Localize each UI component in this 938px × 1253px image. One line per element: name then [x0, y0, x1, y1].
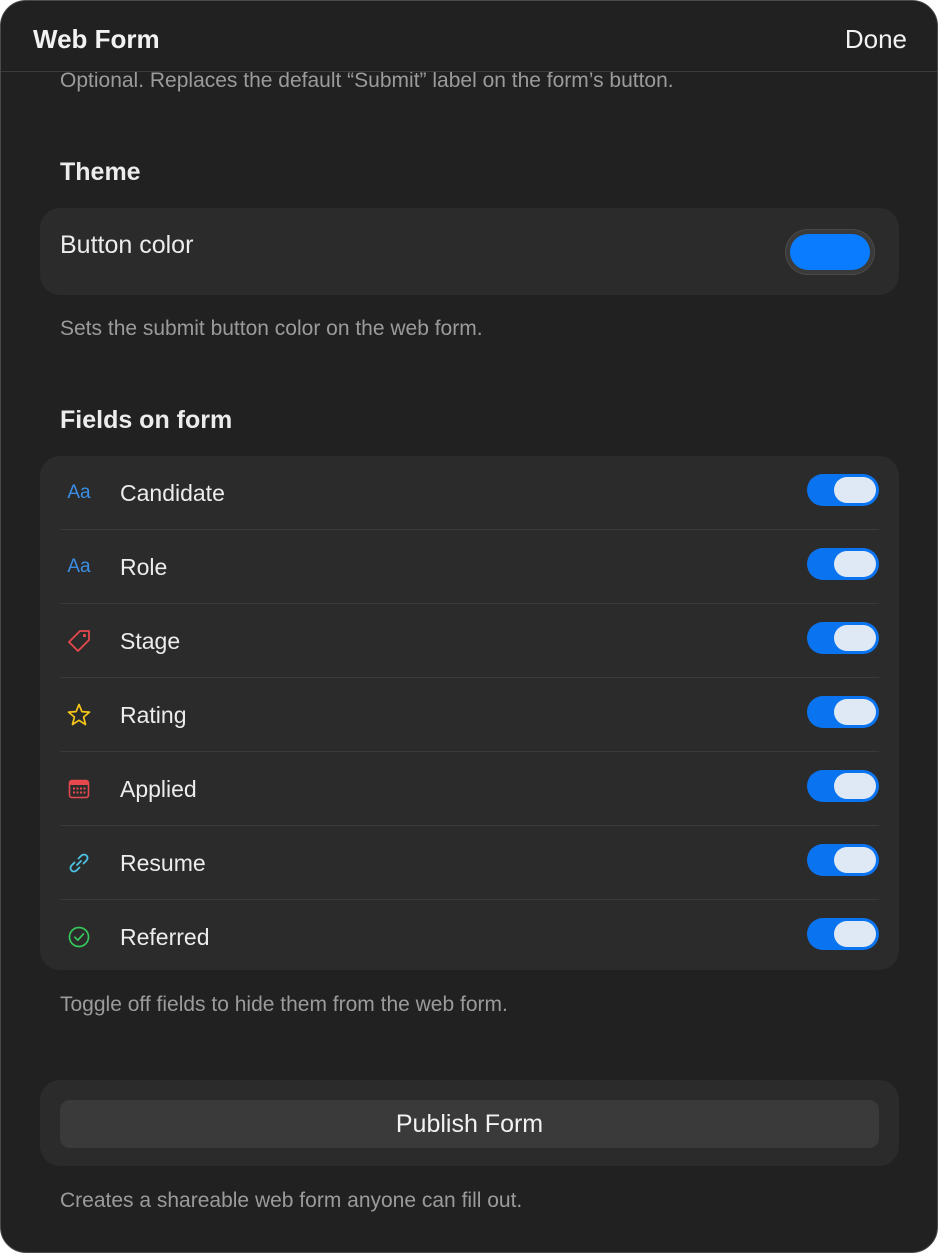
done-button[interactable]: Done	[845, 23, 907, 55]
tag-icon	[66, 628, 92, 654]
calendar-icon	[66, 776, 92, 802]
link-icon	[66, 850, 92, 876]
field-row-rating: Rating	[40, 678, 899, 752]
button-color-label: Button color	[60, 231, 194, 259]
publish-caption: Creates a shareable web form anyone can …	[60, 1189, 523, 1212]
star-icon	[66, 702, 92, 728]
fields-group: Aa Candidate Aa Role Stage Rating Applie…	[40, 456, 899, 970]
field-label: Candidate	[120, 480, 225, 506]
theme-heading: Theme	[60, 158, 141, 186]
field-label: Role	[120, 554, 168, 580]
field-toggle-referred[interactable]	[807, 918, 879, 950]
field-row-applied: Applied	[40, 752, 899, 826]
button-color-swatch	[790, 234, 870, 270]
field-label: Stage	[120, 628, 181, 654]
publish-form-button[interactable]: Publish Form	[60, 1100, 879, 1148]
field-toggle-applied[interactable]	[807, 770, 879, 802]
theme-caption: Sets the submit button color on the web …	[60, 317, 483, 340]
field-label: Referred	[120, 924, 210, 950]
field-toggle-role[interactable]	[807, 548, 879, 580]
field-row-role: Aa Role	[40, 530, 899, 604]
button-color-picker[interactable]	[785, 229, 875, 275]
field-toggle-candidate[interactable]	[807, 474, 879, 506]
field-toggle-rating[interactable]	[807, 696, 879, 728]
theme-group: Button color	[40, 208, 899, 295]
field-label: Rating	[120, 702, 187, 728]
field-row-candidate: Aa Candidate	[40, 456, 899, 530]
field-label: Applied	[120, 776, 197, 802]
web-form-sheet: Web Form Done Optional. Replaces the def…	[0, 0, 938, 1253]
field-row-referred: Referred	[40, 900, 899, 974]
field-row-resume: Resume	[40, 826, 899, 900]
fields-heading: Fields on form	[60, 406, 233, 434]
field-toggle-resume[interactable]	[807, 844, 879, 876]
field-label: Resume	[120, 850, 206, 876]
field-toggle-stage[interactable]	[807, 622, 879, 654]
fields-caption: Toggle off fields to hide them from the …	[60, 993, 508, 1016]
checkmark-circle-icon	[66, 924, 92, 950]
text-aa-icon: Aa	[67, 482, 91, 503]
sheet-title: Web Form	[33, 24, 160, 54]
publish-group: Publish Form	[40, 1080, 899, 1166]
text-aa-icon: Aa	[67, 556, 91, 577]
title-bar: Web Form Done	[1, 1, 937, 72]
field-row-stage: Stage	[40, 604, 899, 678]
